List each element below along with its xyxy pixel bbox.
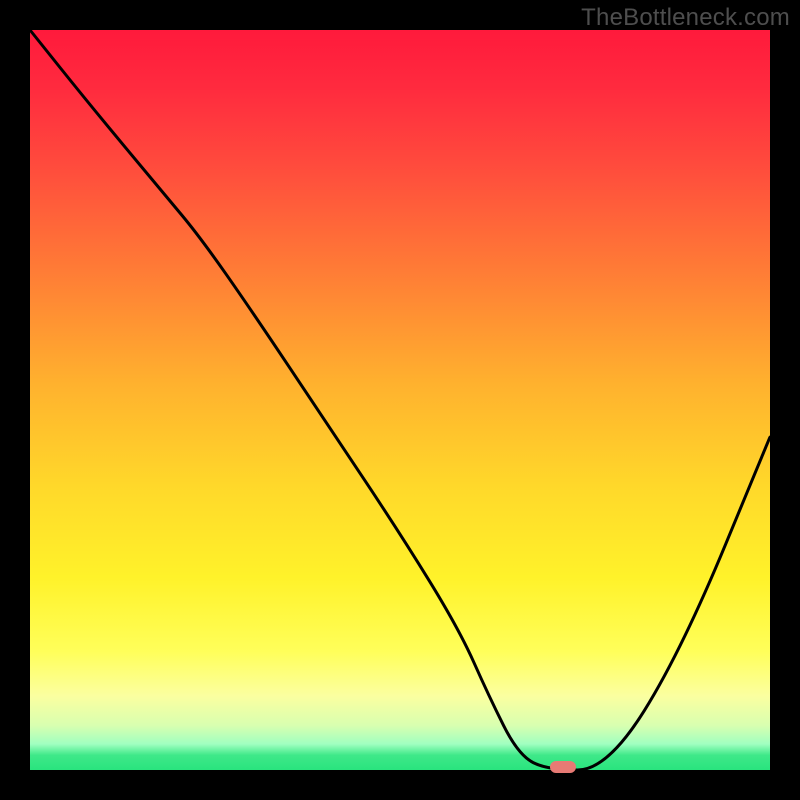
chart-frame: TheBottleneck.com [0,0,800,800]
optimum-marker [550,761,576,773]
watermark-text: TheBottleneck.com [581,4,790,32]
chart-line-layer [30,30,770,770]
bottleneck-curve [30,30,770,770]
